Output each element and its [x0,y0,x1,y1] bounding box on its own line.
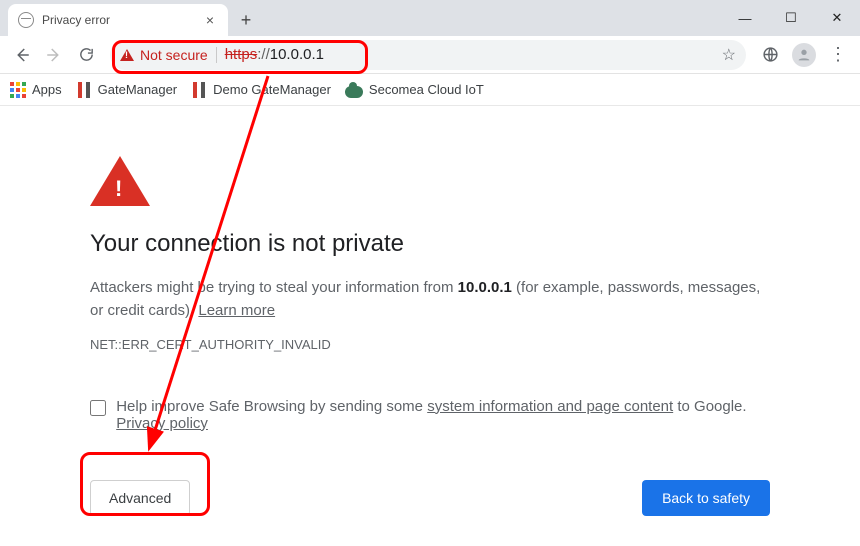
minimize-button[interactable]: — [722,0,768,36]
window-controls: — ☐ ✕ [722,0,860,36]
advanced-button[interactable]: Advanced [90,480,190,516]
apps-bookmark[interactable]: Apps [10,82,62,98]
new-tab-button[interactable]: + [232,6,260,34]
reload-icon [78,46,95,63]
back-to-safety-button[interactable]: Back to safety [642,480,770,516]
globe-outline-icon [762,46,779,63]
maximize-button[interactable]: ☐ [768,0,814,36]
system-info-link[interactable]: system information and page content [427,398,673,415]
page-heading: Your connection is not private [90,230,770,258]
divider [216,47,217,63]
gatemanager-icon [191,82,207,98]
cloud-icon [345,86,363,98]
bookmark-label: Secomea Cloud IoT [369,82,484,97]
close-window-button[interactable]: ✕ [814,0,860,36]
bookmark-label: Apps [32,82,62,97]
browser-toolbar: Not secure https://10.0.0.1 ☆ ⋮ [0,36,860,74]
safe-browsing-opt-in: Help improve Safe Browsing by sending so… [90,398,770,432]
browser-tab[interactable]: Privacy error × [8,4,228,36]
extension-icon[interactable] [756,41,784,69]
bookmarks-bar: Apps GateManager Demo GateManager Secome… [0,74,860,106]
tab-title: Privacy error [42,13,202,27]
apps-grid-icon [10,82,26,98]
bookmark-star-icon[interactable]: ☆ [722,45,736,65]
bookmark-label: GateManager [98,82,178,97]
safe-browsing-checkbox[interactable] [90,399,106,417]
privacy-policy-link[interactable]: Privacy policy [116,415,208,432]
close-tab-icon[interactable]: × [202,12,218,28]
arrow-left-icon [13,46,31,64]
avatar-icon [792,43,816,67]
warning-description: Attackers might be trying to steal your … [90,276,770,323]
bookmark-label: Demo GateManager [213,82,331,97]
button-row: Advanced Back to safety [90,480,770,516]
url-text: https://10.0.0.1 [225,46,324,63]
menu-button[interactable]: ⋮ [824,41,852,69]
forward-button [40,41,68,69]
back-button[interactable] [8,41,36,69]
warning-triangle-icon [120,49,134,61]
warning-illustration-icon [90,156,150,206]
error-code: NET::ERR_CERT_AUTHORITY_INVALID [90,337,770,352]
address-bar[interactable]: Not secure https://10.0.0.1 ☆ [110,40,746,70]
learn-more-link[interactable]: Learn more [198,302,275,319]
reload-button[interactable] [72,41,100,69]
profile-button[interactable] [790,41,818,69]
secomea-cloud-bookmark[interactable]: Secomea Cloud IoT [345,82,484,97]
window-titlebar: Privacy error × + — ☐ ✕ [0,0,860,36]
arrow-right-icon [45,46,63,64]
safe-browsing-text: Help improve Safe Browsing by sending so… [116,398,770,432]
privacy-error-page: Your connection is not private Attackers… [0,106,860,546]
gatemanager-bookmark[interactable]: GateManager [76,82,178,98]
security-indicator[interactable]: Not secure [120,47,208,63]
demo-gatemanager-bookmark[interactable]: Demo GateManager [191,82,331,98]
not-secure-label: Not secure [140,47,208,63]
globe-icon [18,12,34,28]
gatemanager-icon [76,82,92,98]
